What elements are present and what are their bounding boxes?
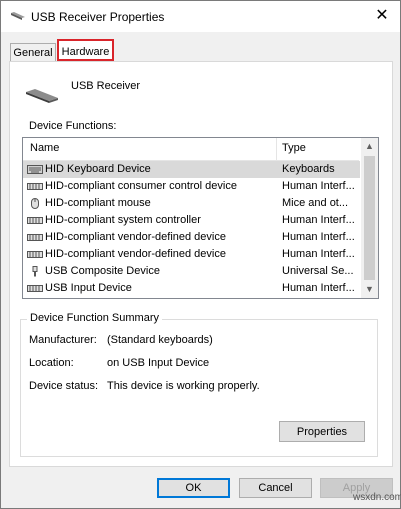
properties-button[interactable]: Properties [279, 421, 365, 442]
list-item[interactable]: HID Keyboard Device Keyboards [23, 161, 360, 178]
manufacturer-value: (Standard keyboards) [107, 334, 213, 346]
column-header-type[interactable]: Type [282, 142, 306, 154]
list-item[interactable]: HID-compliant mouse Mice and ot... [23, 195, 360, 212]
hid-device-icon [27, 251, 43, 258]
vertical-scrollbar[interactable]: ▲ ▼ [361, 138, 378, 298]
device-type-cell: Mice and ot... [282, 197, 349, 209]
chevron-down-icon[interactable]: ▼ [361, 281, 378, 298]
list-item[interactable]: USB Composite Device Universal Se... [23, 263, 360, 280]
device-name-cell: HID-compliant consumer control device [45, 180, 237, 192]
hid-device-icon [27, 183, 43, 190]
ok-button[interactable]: OK [157, 478, 230, 498]
tab-general[interactable]: General [10, 43, 56, 62]
device-name-cell: HID-compliant system controller [45, 214, 201, 226]
device-name: USB Receiver [71, 80, 141, 92]
location-label: Location: [29, 357, 74, 369]
device-type-cell: Human Interf... [282, 282, 355, 294]
usb-receiver-icon [11, 12, 25, 20]
watermark: wsxdn.com [353, 492, 401, 503]
list-item[interactable]: HID-compliant system controller Human In… [23, 212, 360, 229]
column-divider[interactable] [276, 138, 277, 160]
device-type-cell: Human Interf... [282, 231, 355, 243]
device-name-cell: HID-compliant mouse [45, 197, 151, 209]
device-name-cell: HID Keyboard Device [45, 163, 151, 175]
list-item[interactable]: USB Input Device Human Interf... [23, 280, 360, 297]
cancel-button[interactable]: Cancel [239, 478, 312, 498]
title-bar: USB Receiver Properties ✕ [1, 1, 400, 32]
location-value: on USB Input Device [107, 357, 210, 369]
device-name-cell: HID-compliant vendor-defined device [45, 231, 226, 243]
manufacturer-label: Manufacturer: [29, 334, 97, 346]
summary-title: Device Function Summary [27, 312, 162, 324]
device-status-label: Device status: [29, 380, 99, 392]
usb-receiver-icon [26, 89, 58, 103]
chevron-up-icon[interactable]: ▲ [361, 138, 378, 155]
list-rows: HID Keyboard Device Keyboards HID-compli… [23, 161, 360, 297]
device-type-cell: Human Interf... [282, 180, 355, 192]
list-item[interactable]: HID-compliant consumer control device Hu… [23, 178, 360, 195]
mouse-icon [31, 198, 39, 209]
device-type-cell: Human Interf... [282, 248, 355, 260]
list-item[interactable]: HID-compliant vendor-defined device Huma… [23, 246, 360, 263]
device-type-cell: Keyboards [282, 163, 335, 175]
scrollbar-thumb[interactable] [364, 156, 375, 280]
device-functions-label: Device Functions: [29, 120, 117, 132]
device-type-cell: Human Interf... [282, 214, 355, 226]
column-header-name[interactable]: Name [30, 142, 59, 154]
device-name-cell: USB Composite Device [45, 265, 160, 277]
list-item[interactable]: HID-compliant vendor-defined device Huma… [23, 229, 360, 246]
device-name-cell: HID-compliant vendor-defined device [45, 248, 226, 260]
device-type-cell: Universal Se... [282, 265, 354, 277]
device-status-value: This device is working properly. [107, 380, 260, 392]
hid-device-icon [27, 285, 43, 292]
keyboard-icon [27, 165, 43, 174]
usb-plug-icon [32, 266, 38, 277]
tab-hardware[interactable]: Hardware [57, 39, 114, 61]
list-header: Name Type [23, 138, 359, 161]
device-functions-list[interactable]: Name Type HID Keyboard Device Keyboards … [22, 137, 379, 299]
window-title: USB Receiver Properties [31, 10, 165, 24]
properties-window: USB Receiver Properties ✕ General Hardwa… [0, 0, 401, 509]
hid-device-icon [27, 217, 43, 224]
close-icon[interactable]: ✕ [370, 5, 394, 27]
hid-device-icon [27, 234, 43, 241]
device-name-cell: USB Input Device [45, 282, 132, 294]
